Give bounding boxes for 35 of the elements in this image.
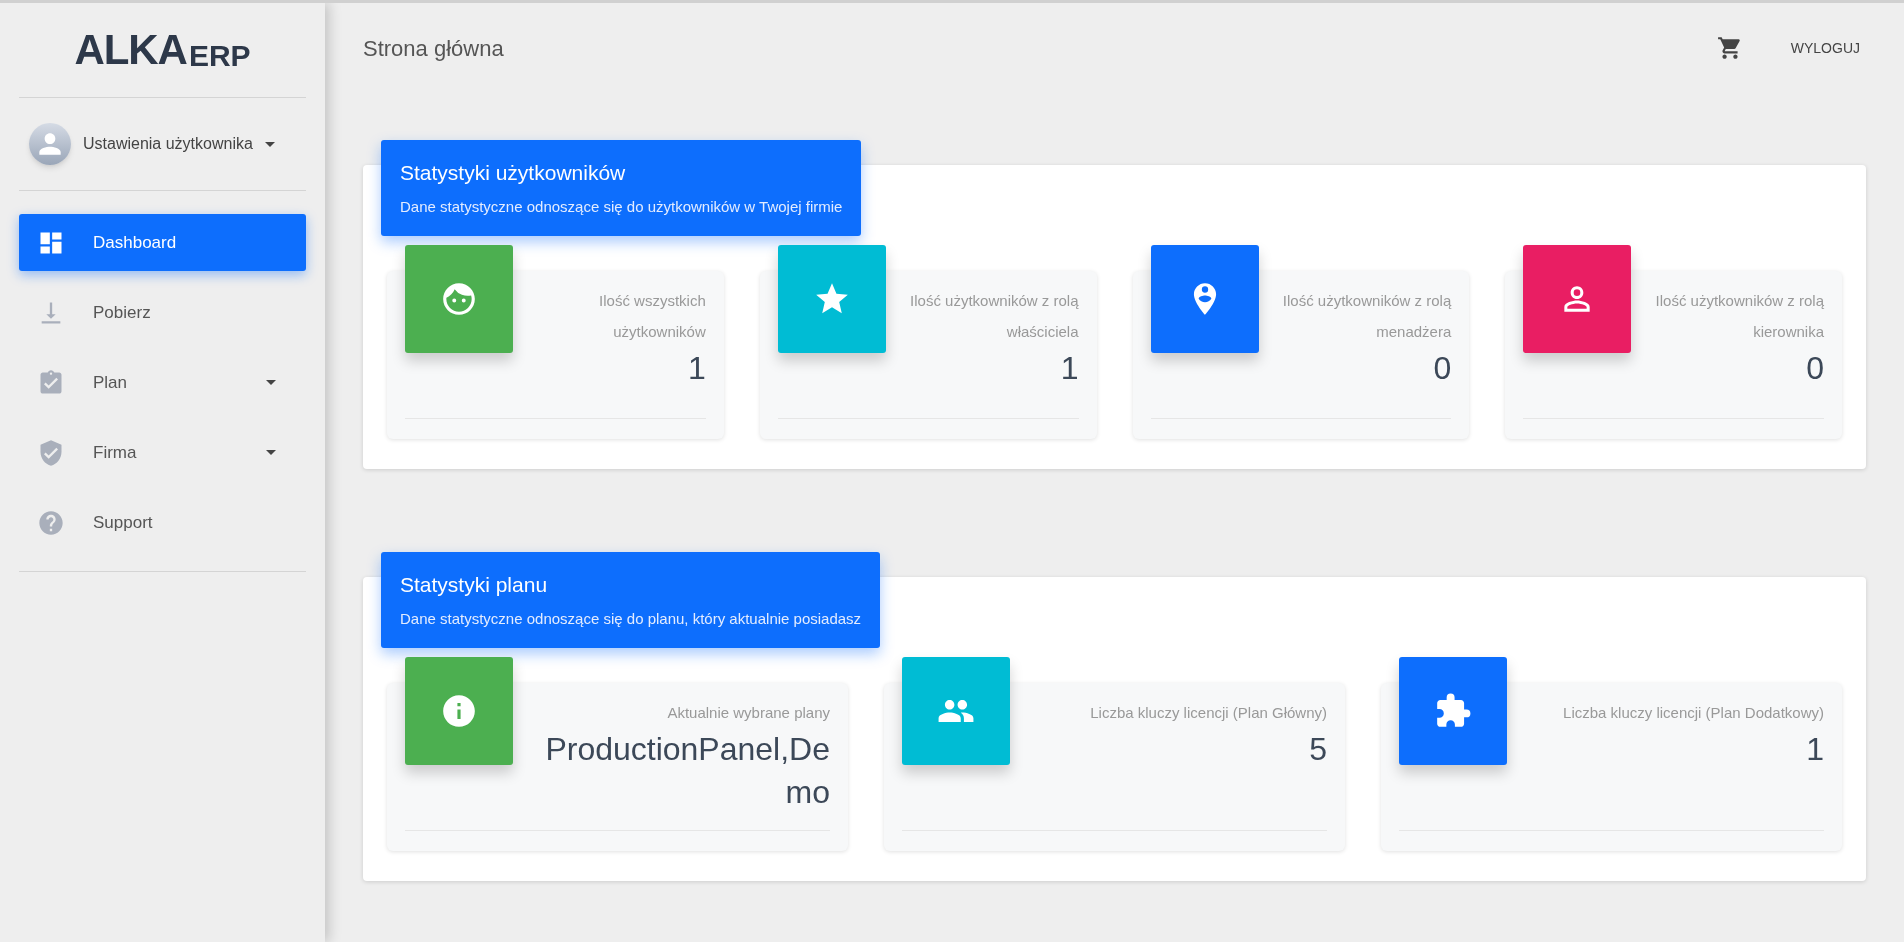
nav-item[interactable]: Plan [19,354,306,411]
stat-value: 1 [1059,349,1079,388]
nav-item[interactable]: Dashboard [19,214,306,271]
page-title: Strona główna [363,34,504,63]
panel-subtitle: Dane statystyczne odnoszące się do użytkowników w Twojej firmie [400,196,843,217]
caret-icon [264,141,275,147]
panel-title: Statystyki planu [400,572,549,598]
panel-subtitle: Dane statystyczne odnoszące się do planu, który aktualnie posiadasz [400,608,862,629]
avatar-icon [29,123,71,165]
cart-icon[interactable] [1716,35,1743,61]
stat-value: 1 [686,349,706,388]
stat-value: 0 [1805,349,1824,388]
logo-suffix: ERP [188,41,251,71]
stat-label: Ilość wszystkich użytkowników [598,291,706,342]
face-icon [440,280,478,318]
stat-value: ProductionPanel,Demo [544,730,830,812]
stat-label: Ilość użytkowników z rolą właściciela [909,291,1079,342]
stat-value: 5 [1308,730,1327,769]
info-icon [440,692,478,730]
stat-label: Ilość użytkowników z rolą menadżera [1281,291,1452,342]
nav-item[interactable]: Firma [19,424,306,481]
stat-label: Liczba kluczy licencji (Plan Dodatkowy) [1562,703,1824,723]
stat-label: Ilość użytkowników z rolą kierownika [1654,291,1824,342]
nav-item[interactable]: Pobierz [19,284,306,341]
logo-wordmark: ALKA [74,29,187,71]
nav-item[interactable]: Support [19,494,306,551]
stat-value: 1 [1805,730,1824,769]
help-icon [37,508,65,537]
stat-label: Liczba kluczy licencji (Plan Główny) [1089,703,1327,723]
stat-label: Aktualnie wybrane plany [666,703,830,723]
panel-title: Statystyki użytkowników [400,160,627,186]
stat-value: 0 [1432,349,1452,388]
logout-button[interactable]: WYLOGUJ [1786,31,1864,65]
puzzle-icon [1434,692,1472,730]
user-settings-menu[interactable]: Ustawienia użytkownika [19,98,306,191]
